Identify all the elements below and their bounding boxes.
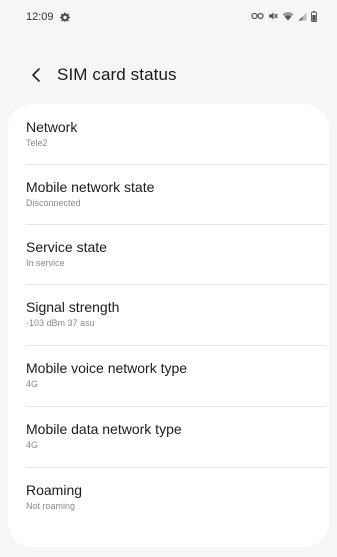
- divider: [26, 467, 326, 468]
- item-value: -103 dBm 37 asu: [26, 318, 95, 328]
- signal-icon: [298, 12, 307, 21]
- item-value: 4G: [26, 440, 39, 450]
- item-value: Tele2: [26, 138, 48, 148]
- battery-icon: [311, 10, 317, 22]
- mute-icon: [268, 11, 278, 21]
- item-value: Not roaming: [26, 501, 76, 511]
- status-time: 12:09: [26, 11, 54, 23]
- list-item-voice-network-type[interactable]: Mobile voice network type 4G: [26, 360, 306, 390]
- item-title: Service state: [26, 239, 107, 255]
- divider: [26, 224, 326, 225]
- app-bar: SIM card status: [0, 56, 337, 96]
- item-value: 4G: [26, 379, 39, 389]
- divider: [26, 345, 326, 346]
- list-item-service-state[interactable]: Service state In service: [26, 239, 306, 269]
- app-notification-icon: [59, 10, 71, 23]
- item-title: Mobile voice network type: [26, 360, 188, 376]
- settings-list: Network Tele2 Mobile network state Disco…: [8, 104, 329, 547]
- list-item-roaming[interactable]: Roaming Not roaming: [26, 482, 306, 512]
- divider: [26, 406, 326, 407]
- status-icons: [251, 10, 317, 22]
- item-title: Network: [26, 119, 78, 135]
- item-value: In service: [26, 258, 65, 268]
- back-button[interactable]: [24, 63, 48, 87]
- list-item-data-network-type[interactable]: Mobile data network type 4G: [26, 421, 306, 451]
- chevron-left-icon: [32, 68, 40, 82]
- page-title: SIM card status: [57, 65, 177, 84]
- list-item-mobile-network-state[interactable]: Mobile network state Disconnected: [26, 179, 306, 209]
- divider: [26, 284, 326, 285]
- item-title: Signal strength: [26, 299, 120, 315]
- wifi-icon: [282, 11, 294, 21]
- item-title: Mobile data network type: [26, 421, 182, 437]
- item-title: Roaming: [26, 482, 83, 498]
- vpn-key-icon: [251, 12, 264, 20]
- item-value: Disconnected: [26, 198, 81, 208]
- list-item-signal-strength[interactable]: Signal strength -103 dBm 37 asu: [26, 299, 306, 329]
- status-bar: 12:09: [0, 0, 337, 34]
- list-item-network[interactable]: Network Tele2: [26, 119, 306, 149]
- item-title: Mobile network state: [26, 179, 155, 195]
- divider: [26, 164, 326, 165]
